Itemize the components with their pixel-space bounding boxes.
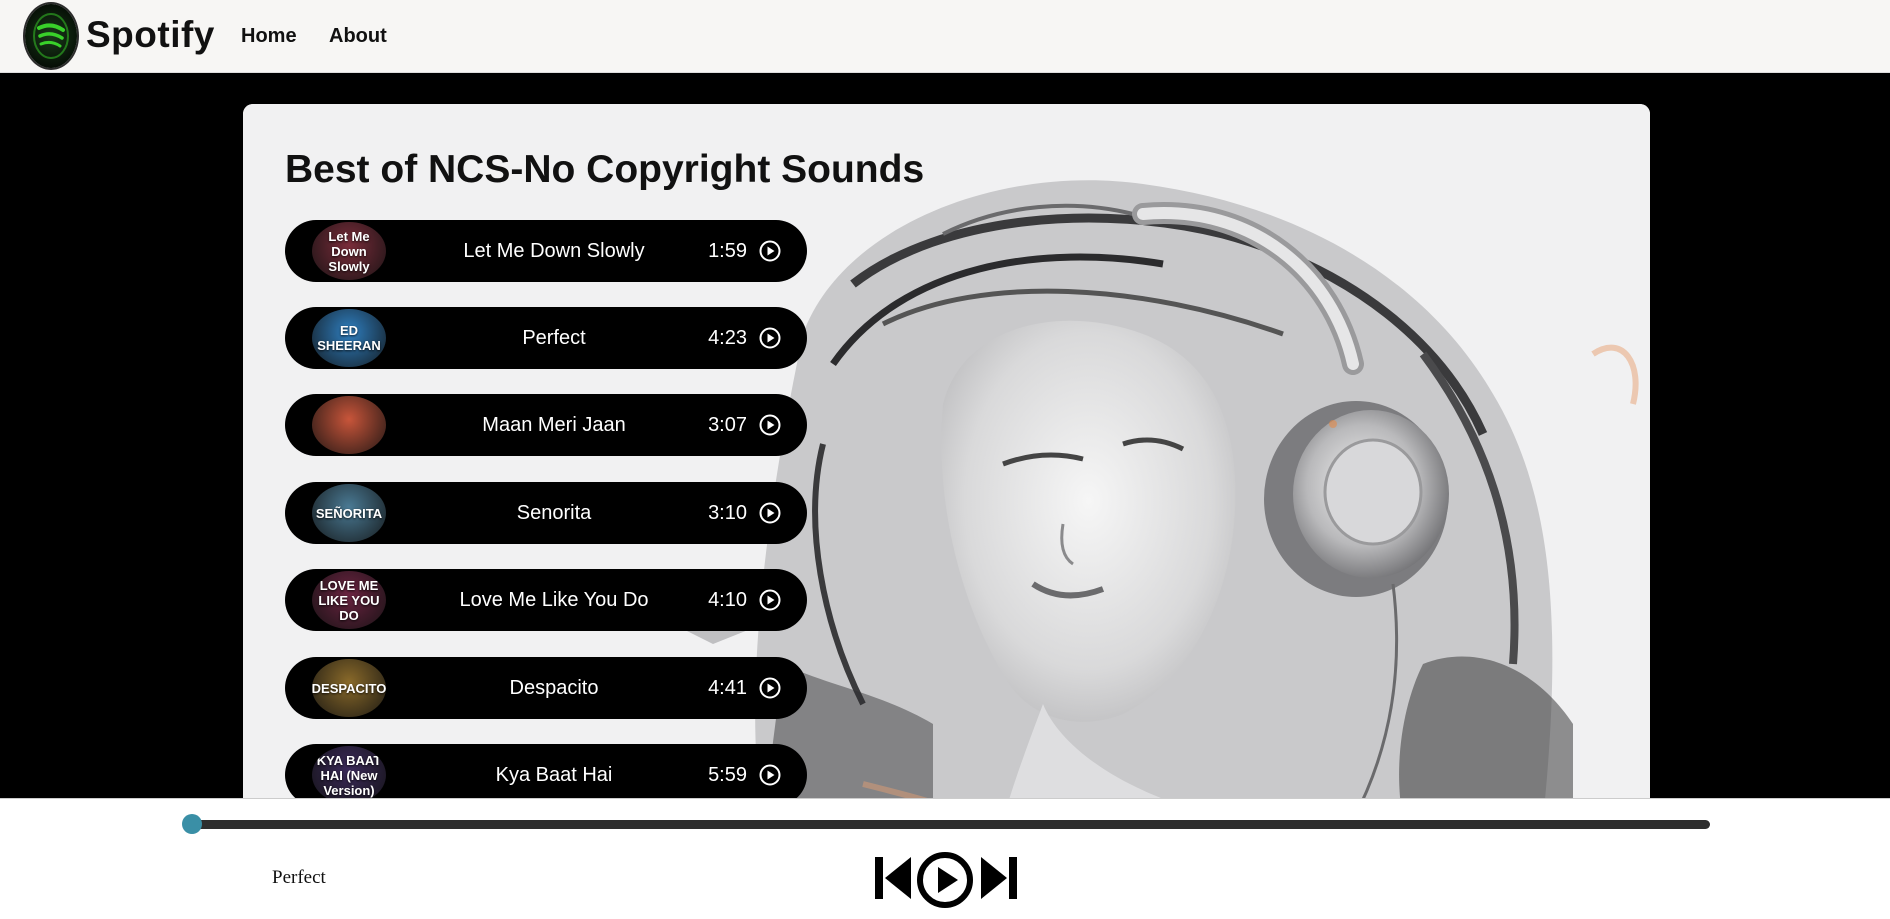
song-cover-text: ED SHEERAN <box>317 323 381 353</box>
play-icon[interactable] <box>916 851 974 909</box>
song-cover <box>312 396 386 454</box>
play-circle-icon[interactable] <box>759 589 781 611</box>
song-cover: LOVE ME LIKE YOU DO <box>312 571 386 629</box>
next-icon[interactable] <box>979 853 1021 903</box>
song-title: Let Me Down Slowly <box>463 240 645 262</box>
song-item[interactable]: SEÑORITA Senorita 3:10 <box>285 482 807 544</box>
song-duration: 1:59 <box>708 240 747 262</box>
progress-bar[interactable] <box>182 814 1710 834</box>
playlist-card: Best of NCS-No Copyright Sounds Let Me D… <box>243 104 1650 820</box>
playlist-title: Best of NCS-No Copyright Sounds <box>285 148 925 191</box>
song-duration: 4:23 <box>708 327 747 349</box>
song-duration: 4:41 <box>708 677 747 699</box>
navbar: Spotify Home About <box>0 0 1890 73</box>
song-cover: ED SHEERAN <box>312 309 386 367</box>
play-circle-icon[interactable] <box>759 502 781 524</box>
play-circle-icon[interactable] <box>759 764 781 786</box>
progress-thumb[interactable] <box>182 814 202 834</box>
play-circle-icon[interactable] <box>759 327 781 349</box>
song-duration: 4:10 <box>708 589 747 611</box>
song-cover: SEÑORITA <box>312 484 386 542</box>
brand-name: Spotify <box>86 14 215 55</box>
song-item[interactable]: DESPACITO Despacito 4:41 <box>285 657 807 719</box>
song-duration: 3:07 <box>708 414 747 436</box>
song-duration: 5:59 <box>708 764 747 786</box>
nav-link-home[interactable]: Home <box>241 25 297 48</box>
now-playing-title: Perfect <box>272 867 326 888</box>
song-title: Despacito <box>509 677 599 699</box>
song-title: Senorita <box>516 502 592 524</box>
song-title: Maan Meri Jaan <box>482 414 626 436</box>
song-item[interactable]: KYA BAAT HAI (New Version) Kya Baat Hai … <box>285 744 807 806</box>
song-cover: Let Me Down Slowly <box>312 222 386 280</box>
song-cover: DESPACITO <box>312 659 386 717</box>
song-title: Kya Baat Hai <box>495 764 613 786</box>
song-cover-text: LOVE ME LIKE YOU DO <box>318 577 380 623</box>
nav-link-about[interactable]: About <box>329 25 387 48</box>
play-circle-icon[interactable] <box>759 414 781 436</box>
song-item[interactable]: ED SHEERAN Perfect 4:23 <box>285 307 807 369</box>
player-bar: Perfect <box>0 798 1890 919</box>
previous-icon[interactable] <box>873 853 913 903</box>
song-item[interactable]: LOVE ME LIKE YOU DO Love Me Like You Do … <box>285 569 807 631</box>
song-duration: 3:10 <box>708 502 747 524</box>
play-circle-icon[interactable] <box>759 240 781 262</box>
song-cover-text: Let Me Down Slowly <box>328 228 370 274</box>
song-cover-text: SEÑORITA <box>315 505 383 521</box>
song-title: Perfect <box>522 327 586 349</box>
song-cover-text: DESPACITO <box>312 680 386 696</box>
play-circle-icon[interactable] <box>759 677 781 699</box>
spotify-logo-icon[interactable] <box>25 4 77 68</box>
song-cover: KYA BAAT HAI (New Version) <box>312 746 386 804</box>
song-title: Love Me Like You Do <box>459 589 649 611</box>
song-cover-text: KYA BAAT HAI (New Version) <box>316 752 382 798</box>
song-item[interactable]: Let Me Down Slowly Let Me Down Slowly 1:… <box>285 220 807 282</box>
song-item[interactable]: Maan Meri Jaan 3:07 <box>285 394 807 456</box>
